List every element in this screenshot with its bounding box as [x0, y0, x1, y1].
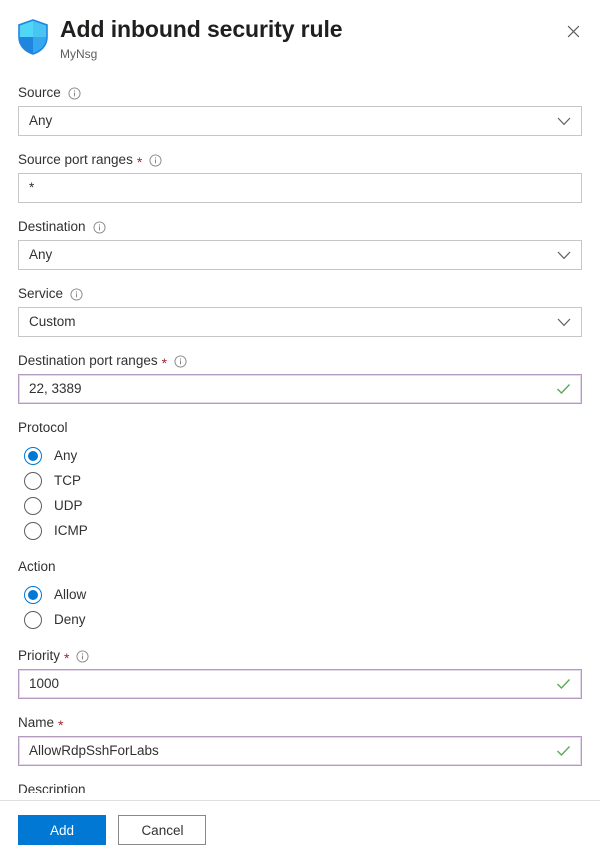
chevron-down-icon — [557, 318, 571, 327]
label-text: Priority — [18, 648, 61, 663]
radio-mark — [24, 610, 42, 629]
field-priority: Priority * 1000 — [18, 647, 582, 699]
field-label-source_port_ranges: Source port ranges * — [18, 151, 582, 169]
required-marker: * — [161, 355, 168, 371]
field-value-source: Any — [29, 113, 53, 128]
dropdown-source[interactable]: Any — [18, 106, 582, 136]
add-button[interactable]: Add — [18, 815, 106, 845]
chevron-down-icon — [557, 117, 571, 126]
field-label-description: Description — [18, 781, 582, 793]
chevron-down-icon — [557, 251, 571, 260]
info-icon[interactable] — [149, 153, 162, 167]
radio-label: Deny — [54, 611, 86, 627]
page-subtitle: MyNsg — [60, 47, 98, 61]
radio-label: ICMP — [54, 522, 88, 538]
dropdown-destination[interactable]: Any — [18, 240, 582, 270]
required-marker: * — [136, 154, 143, 170]
field-value-priority: 1000 — [29, 676, 60, 691]
close-icon — [567, 25, 580, 38]
field-description: Description — [18, 781, 582, 793]
field-value-source_port_ranges: * — [29, 180, 35, 195]
info-icon[interactable] — [70, 287, 83, 301]
radio-label: UDP — [54, 497, 83, 513]
close-button[interactable] — [560, 18, 586, 44]
radio-protocol-icmp[interactable]: ICMP — [18, 518, 582, 543]
radio-mark — [24, 446, 42, 465]
field-value-destination: Any — [29, 247, 53, 262]
radio-mark — [24, 521, 42, 540]
shield-icon — [16, 18, 50, 56]
radio-mark — [24, 471, 42, 490]
radio-protocol-any[interactable]: Any — [18, 443, 582, 468]
label-text: Destination port ranges — [18, 353, 158, 368]
label-text: Destination — [18, 219, 86, 234]
input-source_port_ranges[interactable]: * — [18, 173, 582, 203]
radio-protocol-tcp[interactable]: TCP — [18, 468, 582, 493]
radio-label: Any — [54, 447, 78, 463]
group-label-protocol: Protocol — [18, 420, 68, 435]
page-title: Add inbound security rule — [60, 16, 343, 42]
label-text: Service — [18, 286, 64, 301]
field-destination: Destination Any — [18, 218, 582, 270]
field-label-name: Name * — [18, 714, 582, 732]
field-name: Name * AllowRdpSshForLabs — [18, 714, 582, 766]
label-text: Name — [18, 715, 55, 730]
input-name[interactable]: AllowRdpSshForLabs — [18, 736, 582, 766]
rule-form: Source Any Source port ranges * * Destination… — [0, 84, 600, 793]
field-label-service: Service — [18, 285, 582, 303]
field-destination_port_ranges: Destination port ranges * 22, 3389 — [18, 352, 582, 404]
info-icon[interactable] — [93, 220, 106, 234]
title-block: Add inbound security rule MyNsg — [60, 14, 343, 62]
info-icon[interactable] — [174, 354, 187, 368]
radio-label: TCP — [54, 472, 81, 488]
label-text: Description — [18, 782, 86, 793]
required-marker: * — [64, 650, 70, 666]
field-value-destination_port_ranges: 22, 3389 — [29, 381, 82, 396]
cancel-button[interactable]: Cancel — [118, 815, 207, 845]
label-text: Source — [18, 85, 61, 100]
radio-protocol-udp[interactable]: UDP — [18, 493, 582, 518]
required-marker: * — [58, 717, 64, 733]
label-text: Source port ranges — [18, 152, 133, 167]
valid-check-icon — [556, 745, 571, 757]
radio-group-action: Action Allow Deny — [18, 558, 582, 632]
valid-check-icon — [556, 383, 571, 395]
panel-footer: Add Cancel — [0, 800, 600, 867]
input-priority[interactable]: 1000 — [18, 669, 582, 699]
valid-check-icon — [556, 678, 571, 690]
field-value-name: AllowRdpSshForLabs — [29, 743, 159, 758]
input-destination_port_ranges[interactable]: 22, 3389 — [18, 374, 582, 404]
field-label-destination: Destination — [18, 218, 582, 236]
radio-action-deny[interactable]: Deny — [18, 607, 582, 632]
field-source_port_ranges: Source port ranges * * — [18, 151, 582, 203]
radio-label: Allow — [54, 586, 87, 602]
radio-group-protocol: Protocol Any TCP UDP ICMP — [18, 419, 582, 543]
field-label-source: Source — [18, 84, 582, 102]
field-label-destination_port_ranges: Destination port ranges * — [18, 352, 582, 370]
field-label-priority: Priority * — [18, 647, 582, 665]
dropdown-service[interactable]: Custom — [18, 307, 582, 337]
field-value-service: Custom — [29, 314, 76, 329]
radio-action-allow[interactable]: Allow — [18, 582, 582, 607]
field-service: Service Custom — [18, 285, 582, 337]
info-icon[interactable] — [76, 649, 90, 663]
field-source: Source Any — [18, 84, 582, 136]
panel-header: Add inbound security rule MyNsg — [0, 0, 600, 62]
group-label-action: Action — [18, 559, 56, 574]
radio-mark — [24, 585, 42, 604]
info-icon[interactable] — [68, 86, 81, 100]
radio-mark — [24, 496, 42, 515]
